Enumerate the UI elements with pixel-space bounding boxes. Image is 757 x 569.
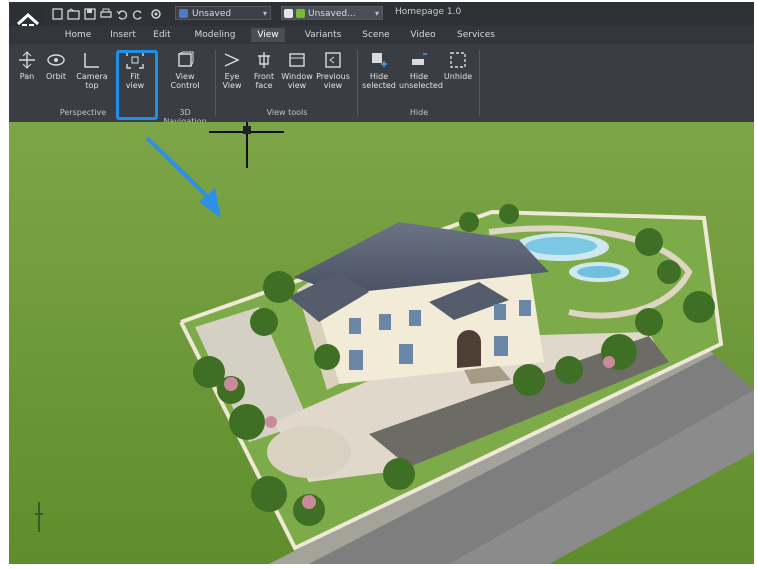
group-hide: Hide <box>409 108 429 117</box>
swimming-pool <box>525 237 597 255</box>
front-face-button[interactable]: Front face <box>249 48 279 106</box>
ribbon-divider <box>479 50 480 116</box>
redo-icon[interactable] <box>131 6 145 20</box>
window-icon <box>289 53 305 67</box>
pan-button[interactable]: Pan <box>15 48 39 106</box>
unhide-label: Unhide <box>443 72 473 81</box>
ribbon-divider <box>357 50 358 116</box>
title-bar: Unsaved ▾ Unsaved... ▾ Homepage 1.0 <box>9 2 754 44</box>
cameratop-label: Camera top <box>76 72 108 90</box>
3d-viewport[interactable] <box>9 122 754 564</box>
group-view-tools: View tools <box>266 108 308 117</box>
orbit-icon <box>47 54 65 66</box>
eye-icon <box>224 53 240 67</box>
window-view-button[interactable]: Window view <box>281 48 313 106</box>
new-file-icon[interactable] <box>51 6 65 20</box>
document-icon <box>179 9 188 18</box>
cameratop-button[interactable]: Camera top <box>73 48 111 106</box>
view-control-label: View Control <box>170 72 200 90</box>
orbit-button[interactable]: Orbit <box>43 48 69 106</box>
tab-video[interactable]: Video <box>407 28 439 42</box>
view-control-icon <box>178 51 194 67</box>
unhide-icon <box>450 52 466 68</box>
view-control-button[interactable]: View Control <box>161 48 209 106</box>
unhide-button[interactable]: Unhide <box>441 48 475 106</box>
pan-icon <box>19 51 35 69</box>
ribbon-divider <box>215 50 216 116</box>
tab-modeling[interactable]: Modeling <box>189 28 241 42</box>
orbit-label: Orbit <box>45 72 67 81</box>
tab-edit[interactable]: Edit <box>149 28 175 42</box>
document-dropdown-label: Unsaved <box>192 9 232 19</box>
chevron-down-icon: ▾ <box>262 9 267 18</box>
settings-icon[interactable] <box>149 6 163 20</box>
camera-icon <box>84 53 99 68</box>
hide-unselected-label: Hide unselected <box>399 72 443 90</box>
hide-unselected-icon <box>412 53 427 65</box>
eye-view-button[interactable]: Eye View <box>219 48 245 106</box>
small-pool <box>577 266 621 278</box>
tab-variants[interactable]: Variants <box>301 28 345 42</box>
tab-view[interactable]: View <box>251 28 285 42</box>
previous-icon <box>325 52 341 68</box>
color-swatch-icon <box>284 9 293 18</box>
tab-services[interactable]: Services <box>453 28 499 42</box>
hide-unselected-button[interactable]: Hide unselected <box>399 48 443 106</box>
scene-icon <box>296 9 305 18</box>
save-icon[interactable] <box>83 6 97 20</box>
chevron-down-icon: ▾ <box>374 9 379 18</box>
previous-view-button[interactable]: Previous view <box>315 48 351 106</box>
previous-view-label: Previous view <box>316 72 350 90</box>
tab-scene[interactable]: Scene <box>359 28 393 42</box>
fit-view-highlight <box>116 50 158 120</box>
tab-insert[interactable]: Insert <box>105 28 141 42</box>
undo-icon[interactable] <box>115 6 129 20</box>
window-view-label: Window view <box>281 72 313 90</box>
pan-label: Pan <box>19 72 35 81</box>
menu-tabs: Home Insert Edit Modeling View Variants … <box>9 26 754 44</box>
scene-dropdown-label: Unsaved... <box>308 9 356 19</box>
eye-view-label: Eye View <box>222 72 242 90</box>
window-title: Homepage 1.0 <box>395 7 462 17</box>
front-face-icon <box>258 52 270 68</box>
document-dropdown[interactable]: Unsaved ▾ <box>175 6 271 20</box>
courtyard <box>267 426 351 478</box>
app-window: Unsaved ▾ Unsaved... ▾ Homepage 1.0 Home… <box>9 2 754 564</box>
print-icon[interactable] <box>99 6 113 20</box>
scene-dropdown[interactable]: Unsaved... ▾ <box>281 6 383 20</box>
front-face-label: Front face <box>253 72 275 90</box>
hide-selected-button[interactable]: Hide selected <box>361 48 397 106</box>
hide-selected-label: Hide selected <box>362 72 396 90</box>
hide-selected-icon <box>372 53 387 67</box>
tab-home[interactable]: Home <box>59 28 97 42</box>
open-file-icon[interactable] <box>67 6 81 20</box>
